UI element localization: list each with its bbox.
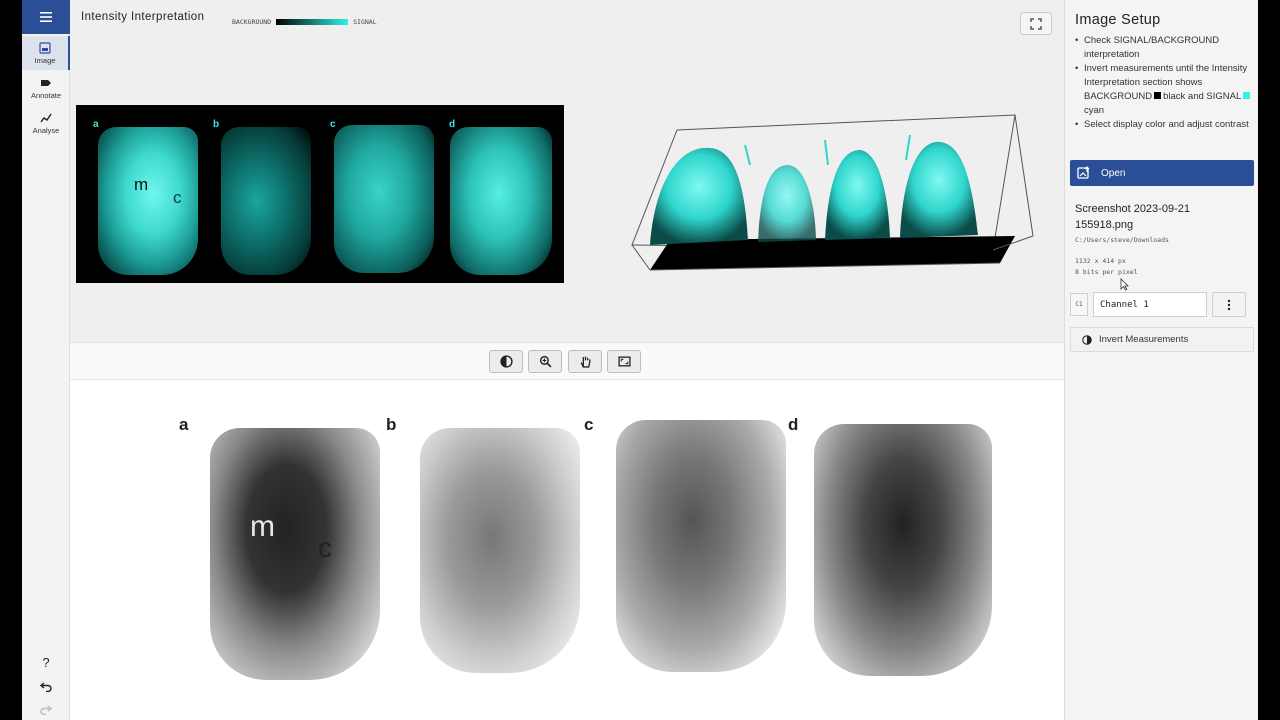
cyan-tissue-c [334,125,434,273]
pan-icon [580,356,590,368]
invert-measurements-button[interactable]: Invert Measurements [1070,327,1254,352]
gray-letter-c: c [584,415,594,434]
file-meta: 1132 x 414 px 8 bits per pixel [1075,256,1138,278]
open-button-label: Open [1101,167,1126,179]
cyan-preview-image: a b c d m c [76,105,564,283]
gray-label-m: m [250,510,275,543]
undo-button[interactable] [22,677,70,695]
nav-analyse-label: Analyse [32,125,60,135]
fit-image-tool-button[interactable] [607,350,641,373]
instruction-item: Check SIGNAL/BACKGROUND interpretation [1075,34,1255,62]
channel-options-button[interactable] [1212,292,1246,317]
nav-image-label: Image [34,55,56,65]
image-icon [39,41,51,54]
fullscreen-icon [1030,17,1042,30]
legend-gradient-bar [276,19,349,25]
surface-peak-c [825,150,890,240]
fit-image-icon [617,356,631,367]
gray-tissue-c [616,420,786,672]
gray-tissue-d [814,424,992,676]
instruction-item: Select display color and adjust contrast [1075,118,1255,132]
nav-analyse[interactable]: Analyse [22,106,70,140]
app-window: Image Annotate Analyse ? Intensity Inter… [22,0,1258,720]
cyan-label-c: c [173,188,182,207]
cyan-letter-a: a [93,119,99,130]
pan-tool-button[interactable] [568,350,602,373]
help-button[interactable]: ? [22,653,70,671]
intensity-legend: BACKGROUND SIGNAL [232,18,377,26]
contrast-icon [499,355,513,368]
open-image-icon [1077,166,1090,179]
image-setup-title: Image Setup [1075,12,1161,28]
invert-contrast-icon [1082,334,1092,345]
intensity-title: Intensity Interpretation [81,11,205,23]
gray-tissue-b [420,428,580,673]
gray-tissue-a [210,428,380,680]
view-toolbar [70,342,1064,380]
channel-tag: C1 [1070,293,1088,316]
contrast-tool-button[interactable] [489,350,523,373]
gray-label-c: c [318,532,332,563]
instruction-item: Invert measurements until the Intensity … [1075,62,1255,118]
invert-measurements-label: Invert Measurements [1099,334,1189,345]
cyan-tissue-a [98,127,198,275]
zoom-tool-button[interactable] [528,350,562,373]
help-label: ? [42,654,50,670]
cyan-letter-d: d [449,119,456,130]
undo-icon [40,682,52,692]
menu-button[interactable] [22,0,70,34]
redo-icon [40,705,52,715]
hamburger-icon [40,12,52,22]
legend-signal-label: SIGNAL [353,18,377,26]
surface-peak-b [758,165,816,242]
main-image-canvas[interactable]: a b c d m c [70,380,1064,720]
legend-background-label: BACKGROUND [232,18,272,26]
zoom-icon [539,355,551,368]
instruction-text-3: Select display color and adjust contrast [1084,119,1249,130]
surface-peak-d [900,141,978,238]
mouse-cursor-icon [1120,278,1129,291]
gray-letter-d: d [788,415,799,434]
instruction-text-2b: black and SIGNAL [1163,91,1242,102]
black-swatch-icon [1154,92,1162,99]
tag-icon [41,79,51,86]
cyan-swatch-icon [1243,92,1251,99]
intensity-preview-panel: Intensity Interpretation BACKGROUND SIGN… [70,0,1064,342]
cyan-letter-b: b [213,119,220,130]
cyan-label-m: m [134,175,149,194]
redo-button[interactable] [22,700,70,718]
nav-annotate-label: Annotate [30,90,62,100]
surface-3d-preview [631,114,1034,271]
setup-instructions: Check SIGNAL/BACKGROUND interpretation I… [1075,34,1255,132]
chart-line-icon [40,113,52,122]
nav-image[interactable]: Image [22,36,70,70]
instruction-text-2c: cyan [1084,105,1105,116]
open-button[interactable]: Open [1070,160,1254,186]
nav-annotate[interactable]: Annotate [22,71,70,105]
file-name: Screenshot 2023-09-21 155918.png [1075,203,1190,231]
image-bit-depth: 8 bits per pixel [1075,268,1138,276]
image-setup-sidebar: Image Setup Check SIGNAL/BACKGROUND inte… [1064,0,1258,720]
cyan-tissue-b [221,127,311,275]
gray-letter-b: b [386,415,397,434]
instruction-text-1: Check SIGNAL/BACKGROUND interpretation [1084,35,1220,60]
channel-name-input[interactable] [1093,292,1207,317]
more-vertical-icon [1227,299,1231,310]
gray-letter-a: a [179,415,189,434]
cyan-letter-c: c [330,119,336,130]
image-dimensions: 1132 x 414 px [1075,257,1126,265]
fullscreen-button[interactable] [1020,12,1052,35]
cyan-tissue-d [450,127,552,275]
file-path: C:/Users/steve/Downloads [1075,236,1169,244]
nav-rail: Image Annotate Analyse ? [22,0,70,720]
